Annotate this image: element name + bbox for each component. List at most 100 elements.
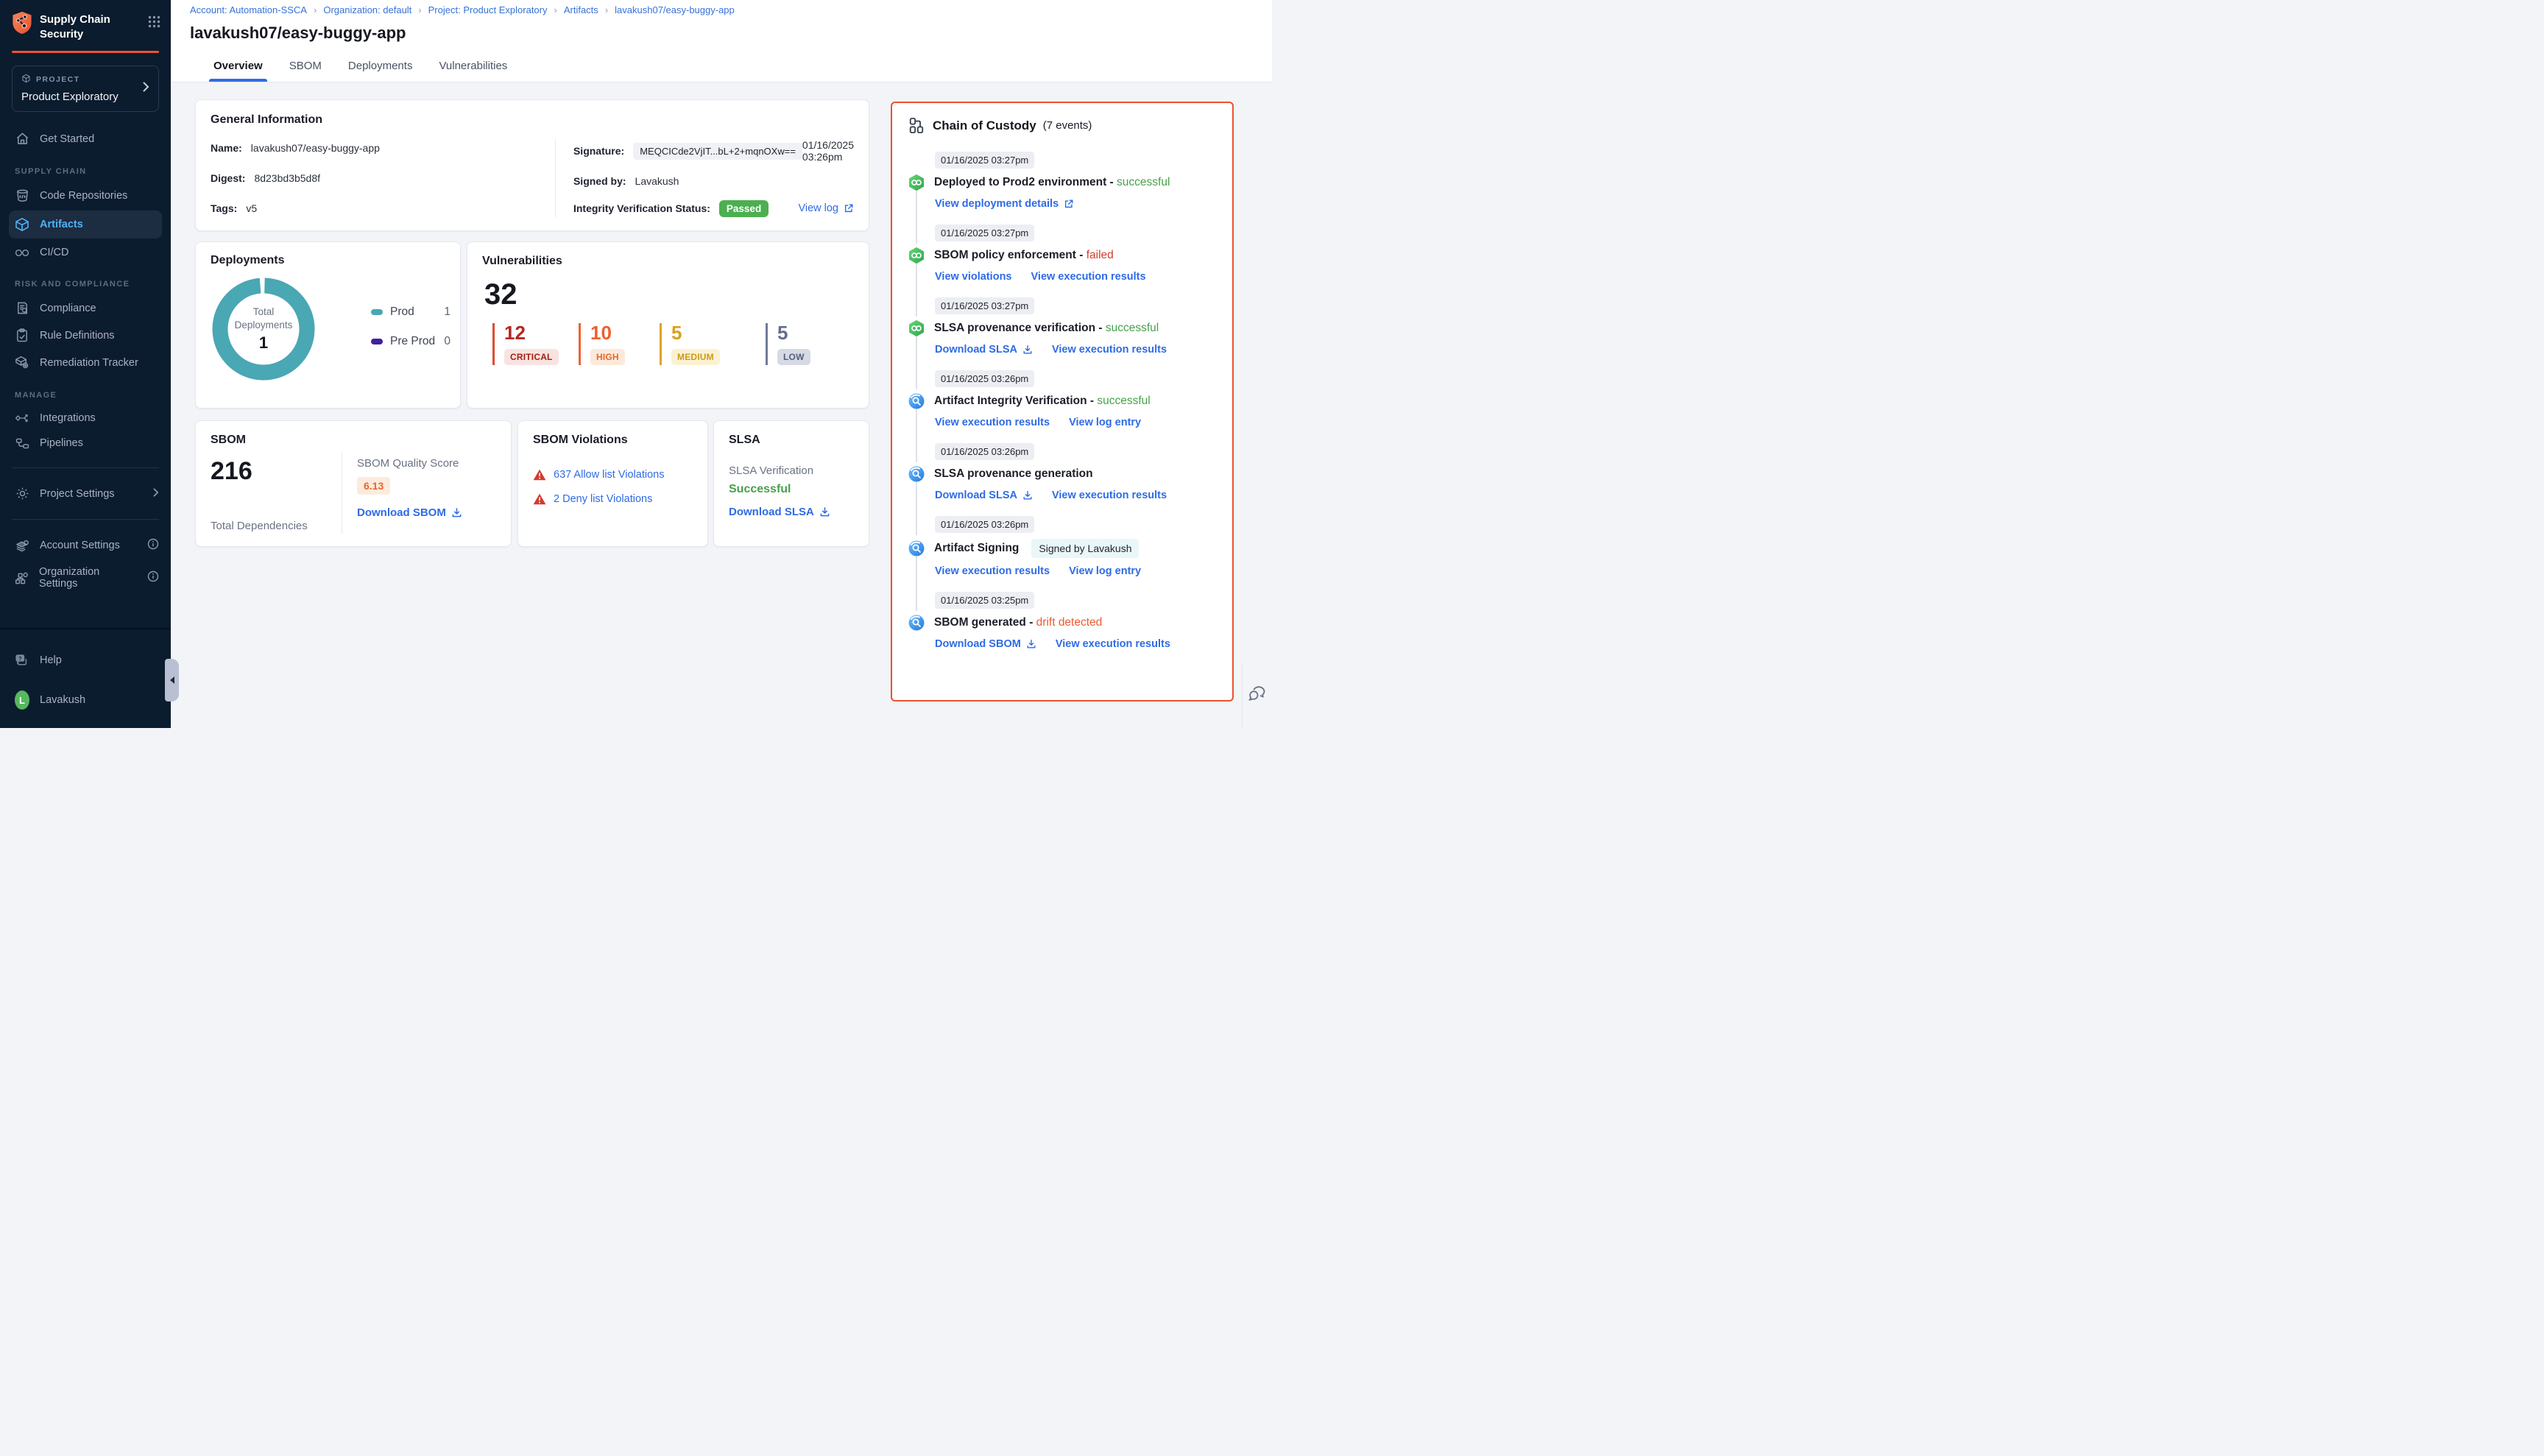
breadcrumb-account[interactable]: Account: Automation-SSCA <box>190 4 307 15</box>
tab-vulnerabilities[interactable]: Vulnerabilities <box>439 60 507 82</box>
download-slsa-link[interactable]: Download SLSA <box>729 506 830 518</box>
supply-chain-security-logo-icon <box>12 11 32 38</box>
page-header: Account: Automation-SSCA › Organization:… <box>171 0 1272 82</box>
severity-breakdown: 12 CRITICAL 10 HIGH 5 MEDIUM 5 LOW <box>492 323 854 365</box>
event-status: successful <box>1097 395 1150 407</box>
event-status: successful <box>1117 176 1170 188</box>
view-log-entry-link[interactable]: View log entry <box>1069 565 1141 577</box>
chain-event: 01/16/2025 03:25pm SBOM generated - drif… <box>908 592 1216 665</box>
view-log-entry-link[interactable]: View log entry <box>1069 417 1141 428</box>
main-content: General Information Name: lavakush07/eas… <box>171 82 1272 728</box>
breadcrumb: Account: Automation-SSCA › Organization:… <box>190 4 735 15</box>
view-execution-results-link[interactable]: View execution results <box>1031 271 1146 283</box>
organization-settings-icon <box>15 571 29 585</box>
sidebar-item-label: Pipelines <box>40 437 83 449</box>
project-selector-label: PROJECT <box>36 75 80 84</box>
deny-list-violations-link[interactable]: 2 Deny list Violations <box>554 493 652 505</box>
event-title: SLSA provenance verification - successfu… <box>934 322 1159 335</box>
severity-medium: 5 MEDIUM <box>660 323 766 365</box>
deny-list-violations-row: 2 Deny list Violations <box>533 493 693 505</box>
event-timestamp: 01/16/2025 03:25pm <box>935 592 1034 609</box>
sidebar-item-label: Code Repositories <box>40 190 127 202</box>
total-dependencies-label: Total Dependencies <box>211 520 342 532</box>
tab-sbom[interactable]: SBOM <box>289 60 322 82</box>
event-timestamp: 01/16/2025 03:26pm <box>935 516 1034 533</box>
tab-overview[interactable]: Overview <box>213 60 263 82</box>
event-title: Deployed to Prod2 environment - successf… <box>934 176 1170 189</box>
event-timestamp: 01/16/2025 03:26pm <box>935 443 1034 460</box>
artifact-name-value: lavakush07/easy-buggy-app <box>251 142 380 154</box>
svg-text:?: ? <box>18 655 22 662</box>
download-sbom-link[interactable]: Download SBOM <box>935 638 1036 650</box>
tags-label: Tags: <box>211 202 237 214</box>
high-badge: HIGH <box>590 349 625 365</box>
download-sbom-link[interactable]: Download SBOM <box>357 506 462 519</box>
sidebar-item-code-repositories[interactable]: Code Repositories <box>0 182 171 209</box>
sidebar-item-pipelines[interactable]: Pipelines <box>0 431 171 456</box>
chain-event: 01/16/2025 03:26pm SLSA provenance gener… <box>908 443 1216 516</box>
sidebar-item-rule-definitions[interactable]: Rule Definitions <box>0 322 171 349</box>
user-name: Lavakush <box>40 694 85 706</box>
sidebar-divider <box>12 519 159 520</box>
view-execution-results-link[interactable]: View execution results <box>1052 344 1167 356</box>
view-violations-link[interactable]: View violations <box>935 271 1012 283</box>
allow-list-violations-row: 637 Allow list Violations <box>533 469 693 481</box>
integrity-status-badge: Passed <box>719 200 768 217</box>
view-execution-results-link[interactable]: View execution results <box>1056 638 1170 650</box>
view-deployment-details-link[interactable]: View deployment details <box>935 198 1074 210</box>
sidebar-item-help[interactable]: ? Help <box>0 647 171 674</box>
help-chat-icon: ? <box>15 654 29 667</box>
signature-value: MEQCICde2VjIT...bL+2+mqnOXw== <box>633 143 802 160</box>
download-icon <box>1026 639 1036 649</box>
sbom-violations-card: SBOM Violations 637 Allow list Violation… <box>517 420 708 547</box>
breadcrumb-project[interactable]: Project: Product Exploratory <box>428 4 548 15</box>
legend-label: Prod <box>390 305 414 319</box>
view-execution-results-link[interactable]: View execution results <box>935 565 1050 577</box>
sidebar-item-project-settings[interactable]: Project Settings <box>0 480 171 507</box>
chain-event: 01/16/2025 03:26pm Artifact Integrity Ve… <box>908 370 1216 443</box>
project-selector[interactable]: PROJECT Product Exploratory <box>12 66 159 112</box>
signed-by-badge: Signed by Lavakush <box>1031 539 1139 558</box>
sidebar-item-integrations[interactable]: Integrations <box>0 406 171 431</box>
sidebar-item-label: Project Settings <box>40 488 115 500</box>
critical-count: 12 <box>504 323 579 342</box>
download-slsa-link[interactable]: Download SLSA <box>935 344 1033 356</box>
pipeline-event-icon <box>908 247 925 264</box>
sidebar-item-label: Organization Settings <box>39 566 127 590</box>
integrations-icon <box>15 412 29 424</box>
chain-event: 01/16/2025 03:26pm Artifact Signing Sign… <box>908 516 1216 592</box>
sidebar-collapse-handle[interactable] <box>165 659 179 702</box>
sidebar-item-remediation-tracker[interactable]: Remediation Tracker <box>0 349 171 376</box>
sidebar-item-get-started[interactable]: Get Started <box>0 125 171 152</box>
sidebar-item-organization-settings[interactable]: Organization Settings <box>0 559 171 596</box>
sidebar-item-account-settings[interactable]: Account Settings <box>0 531 171 559</box>
view-execution-results-link[interactable]: View execution results <box>1052 490 1167 501</box>
medium-badge: MEDIUM <box>671 349 720 365</box>
view-execution-results-link[interactable]: View execution results <box>935 417 1050 428</box>
chevron-right-icon <box>153 488 159 500</box>
download-slsa-link[interactable]: Download SLSA <box>935 490 1033 501</box>
breadcrumb-organization[interactable]: Organization: default <box>323 4 411 15</box>
chain-of-custody-title: Chain of Custody <box>933 119 1036 133</box>
breadcrumb-artifacts[interactable]: Artifacts <box>564 4 598 15</box>
project-cube-icon <box>21 74 31 85</box>
sidebar-user[interactable]: L Lavakush <box>0 684 171 716</box>
sidebar-item-artifacts[interactable]: Artifacts <box>9 211 162 238</box>
right-rail-divider <box>1242 665 1243 728</box>
card-title: SLSA <box>729 434 854 447</box>
download-icon <box>1022 490 1033 501</box>
sidebar-item-label: Get Started <box>40 133 94 145</box>
chain-events-count: (7 events) <box>1043 119 1092 132</box>
feedback-chat-icon[interactable] <box>1247 685 1266 706</box>
cicd-infinity-icon <box>15 248 29 258</box>
code-repository-icon <box>15 188 29 202</box>
sidebar-item-cicd[interactable]: CI/CD <box>0 240 171 265</box>
tab-deployments[interactable]: Deployments <box>348 60 413 82</box>
allow-list-violations-link[interactable]: 637 Allow list Violations <box>554 469 664 481</box>
module-grid-icon[interactable] <box>148 15 160 32</box>
page-title: lavakush07/easy-buggy-app <box>190 24 406 43</box>
view-log-link[interactable]: View log <box>798 202 854 214</box>
breadcrumb-current-artifact[interactable]: lavakush07/easy-buggy-app <box>615 4 735 15</box>
sidebar-item-compliance[interactable]: Compliance <box>0 294 171 322</box>
pipeline-event-icon <box>908 320 925 336</box>
